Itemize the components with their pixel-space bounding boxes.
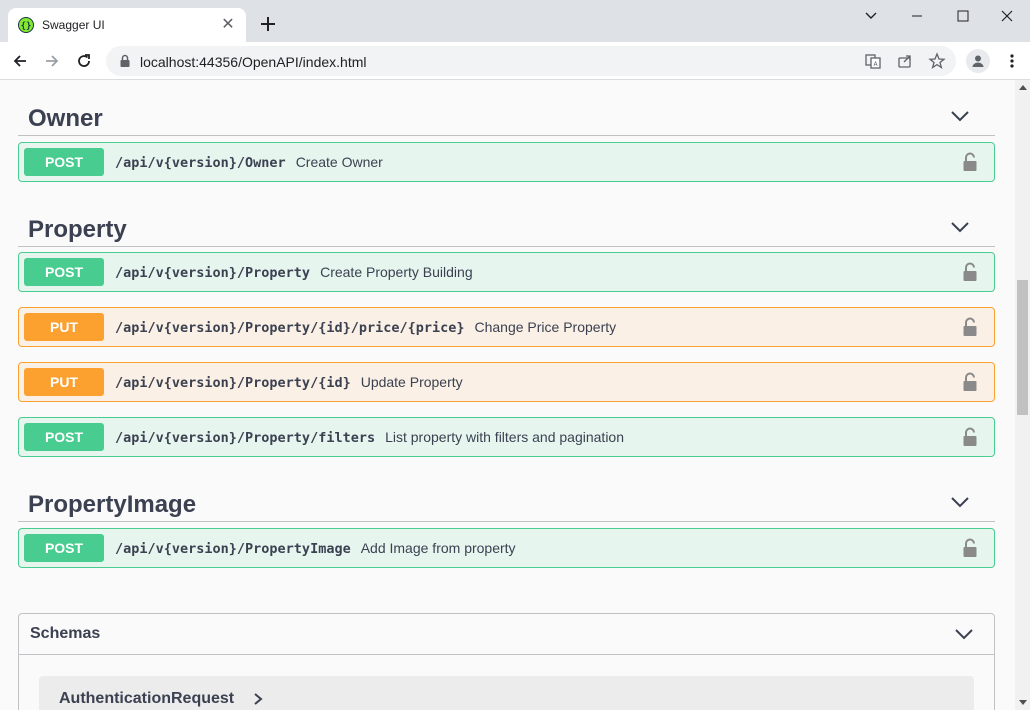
- schemas-section: Schemas AuthenticationRequest: [18, 613, 995, 710]
- chevron-right-icon[interactable]: [253, 692, 263, 706]
- opblock-post-property-filters[interactable]: POST /api/v{version}/Property/filters Lis…: [18, 417, 995, 457]
- back-icon[interactable]: [8, 49, 32, 73]
- method-badge[interactable]: POST: [24, 258, 104, 286]
- method-badge[interactable]: PUT: [24, 368, 104, 396]
- forward-icon[interactable]: [40, 49, 64, 73]
- reload-icon[interactable]: [72, 49, 96, 73]
- tab-search-icon[interactable]: [848, 0, 894, 32]
- tab-close-icon[interactable]: ✕: [218, 15, 238, 35]
- authorize-lock-icon[interactable]: [962, 152, 978, 172]
- opblock-put-property-price[interactable]: PUT /api/v{version}/Property/{id}/price/…: [18, 307, 995, 347]
- endpoint-path[interactable]: /api/v{version}/PropertyImage Add Image f…: [115, 540, 516, 557]
- endpoint-path[interactable]: /api/v{version}/Owner Create Owner: [115, 154, 383, 171]
- opblock-post-owner[interactable]: POST /api/v{version}/Owner Create Owner: [18, 142, 995, 182]
- browser-toolbar: localhost:44356/OpenAPI/index.html A: [0, 42, 1030, 80]
- new-tab-icon[interactable]: [257, 13, 279, 35]
- share-icon[interactable]: [896, 52, 914, 70]
- authorize-lock-icon[interactable]: [962, 317, 978, 337]
- method-badge[interactable]: POST: [24, 423, 104, 451]
- scroll-up-icon[interactable]: [1015, 80, 1030, 95]
- page-scrollbar[interactable]: [1015, 80, 1030, 710]
- authorize-lock-icon[interactable]: [962, 427, 978, 447]
- address-bar[interactable]: localhost:44356/OpenAPI/index.html A: [106, 46, 956, 76]
- tag-name[interactable]: Owner: [28, 105, 103, 133]
- scroll-down-icon[interactable]: [1015, 695, 1030, 710]
- opblock-post-propertyimage[interactable]: POST /api/v{version}/PropertyImage Add Im…: [18, 528, 995, 568]
- endpoint-summary: List property with filters and paginatio…: [385, 429, 625, 445]
- bookmark-star-icon[interactable]: [928, 52, 946, 70]
- endpoint-path[interactable]: /api/v{version}/Property/{id} Update Prop…: [115, 374, 463, 391]
- page-viewport: Owner POST /api/v{version}/Owner Create O…: [0, 80, 1030, 710]
- method-badge[interactable]: POST: [24, 534, 104, 562]
- method-badge[interactable]: POST: [24, 148, 104, 176]
- authorize-lock-icon[interactable]: [962, 538, 978, 558]
- endpoint-path[interactable]: /api/v{version}/Property/filters List pro…: [115, 429, 624, 446]
- endpoint-summary: Create Property Building: [320, 264, 473, 280]
- endpoint-summary: Update Property: [360, 374, 463, 390]
- tag-header-propertyimage[interactable]: PropertyImage: [18, 476, 995, 522]
- authorize-lock-icon[interactable]: [962, 372, 978, 392]
- chevron-down-icon[interactable]: [950, 110, 970, 122]
- profile-avatar-icon[interactable]: [966, 49, 990, 73]
- svg-text:{}: {}: [21, 22, 32, 32]
- tag-section-propertyimage: PropertyImage: [18, 476, 995, 522]
- browser-menu-icon[interactable]: [1000, 49, 1024, 73]
- maximize-icon[interactable]: [940, 0, 986, 32]
- translate-icon[interactable]: A: [864, 52, 882, 70]
- schemas-header[interactable]: Schemas: [19, 614, 994, 655]
- chevron-down-icon[interactable]: [950, 496, 970, 508]
- scrollbar-thumb[interactable]: [1017, 280, 1028, 415]
- tag-name[interactable]: Property: [28, 216, 127, 244]
- close-window-icon[interactable]: [984, 0, 1030, 32]
- chevron-down-icon[interactable]: [954, 628, 974, 640]
- chevron-down-icon[interactable]: [950, 221, 970, 233]
- secure-lock-icon[interactable]: [118, 54, 132, 68]
- opblock-post-property[interactable]: POST /api/v{version}/Property Create Prop…: [18, 252, 995, 292]
- endpoint-summary: Change Price Property: [474, 319, 617, 335]
- tag-name[interactable]: PropertyImage: [28, 491, 196, 519]
- opblock-put-property[interactable]: PUT /api/v{version}/Property/{id} Update …: [18, 362, 995, 402]
- url-text[interactable]: localhost:44356/OpenAPI/index.html: [140, 54, 366, 70]
- model-name[interactable]: AuthenticationRequest: [59, 690, 234, 708]
- tab-title: Swagger UI: [42, 18, 105, 32]
- tag-header-property[interactable]: Property: [18, 201, 995, 247]
- schemas-title[interactable]: Schemas: [30, 625, 100, 643]
- minimize-icon[interactable]: [894, 0, 940, 32]
- schema-model[interactable]: AuthenticationRequest: [39, 676, 974, 710]
- browser-tab[interactable]: {} Swagger UI ✕: [8, 8, 246, 42]
- method-badge[interactable]: PUT: [24, 313, 104, 341]
- endpoint-path[interactable]: /api/v{version}/Property/{id}/price/{pri…: [115, 319, 616, 336]
- endpoint-summary: Add Image from property: [360, 540, 516, 556]
- tag-section-owner: Owner: [18, 90, 995, 136]
- tag-section-property: Property: [18, 201, 995, 247]
- browser-tabstrip: {} Swagger UI ✕: [0, 0, 1030, 42]
- endpoint-path[interactable]: /api/v{version}/Property Create Property …: [115, 264, 473, 281]
- authorize-lock-icon[interactable]: [962, 262, 978, 282]
- tag-header-owner[interactable]: Owner: [18, 90, 995, 136]
- endpoint-summary: Create Owner: [295, 154, 383, 170]
- swagger-favicon-icon: {}: [18, 17, 34, 33]
